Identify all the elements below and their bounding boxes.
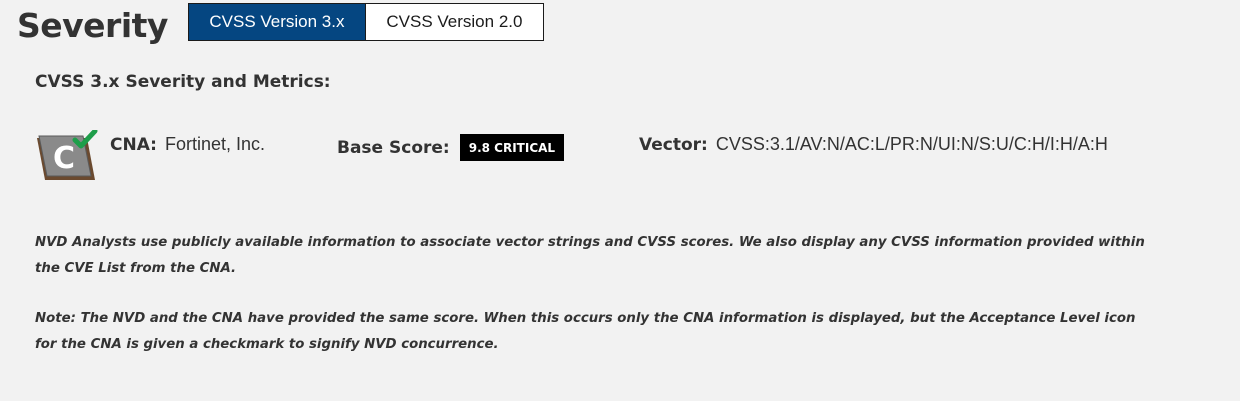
cvss-version-tabs: CVSS Version 3.x CVSS Version 2.0 [187, 3, 544, 41]
page-title: Severity [17, 6, 168, 45]
vector-value: CVSS:3.1/AV:N/AC:L/PR:N/UI:N/S:U/C:H/I:H… [715, 134, 1108, 154]
cna-label: CNA: [110, 134, 157, 155]
concurrence-note: Note: The NVD and the CNA have provided … [35, 311, 1136, 352]
section-title: CVSS 3.x Severity and Metrics: [35, 72, 331, 92]
severity-badge[interactable]: 9.8 CRITICAL [459, 134, 565, 161]
vector-metric: Vector: CVSS:3.1/AV:N/AC:L/PR:N/UI:N/S:U… [639, 134, 1108, 155]
cna-value: Fortinet, Inc. [164, 134, 266, 154]
cna-acceptance-level-checkmark-icon: C [37, 130, 98, 180]
metrics-row: C CNA: Fortinet, Inc. Base Score: 9.8 CR… [35, 128, 1215, 184]
base-score-label: Base Score: [337, 137, 450, 158]
base-score-metric: Base Score: 9.8 CRITICAL [337, 134, 565, 161]
tab-cvss-3x[interactable]: CVSS Version 3.x [187, 3, 366, 41]
icon-letter: C [53, 141, 75, 176]
analysts-note: NVD Analysts use publicly available info… [35, 235, 1145, 276]
vector-label: Vector: [639, 134, 708, 155]
tab-cvss-2[interactable]: CVSS Version 2.0 [365, 3, 544, 41]
severity-header: Severity CVSS Version 3.x CVSS Version 2… [17, 0, 544, 52]
cna-metric: CNA: Fortinet, Inc. [110, 134, 265, 155]
